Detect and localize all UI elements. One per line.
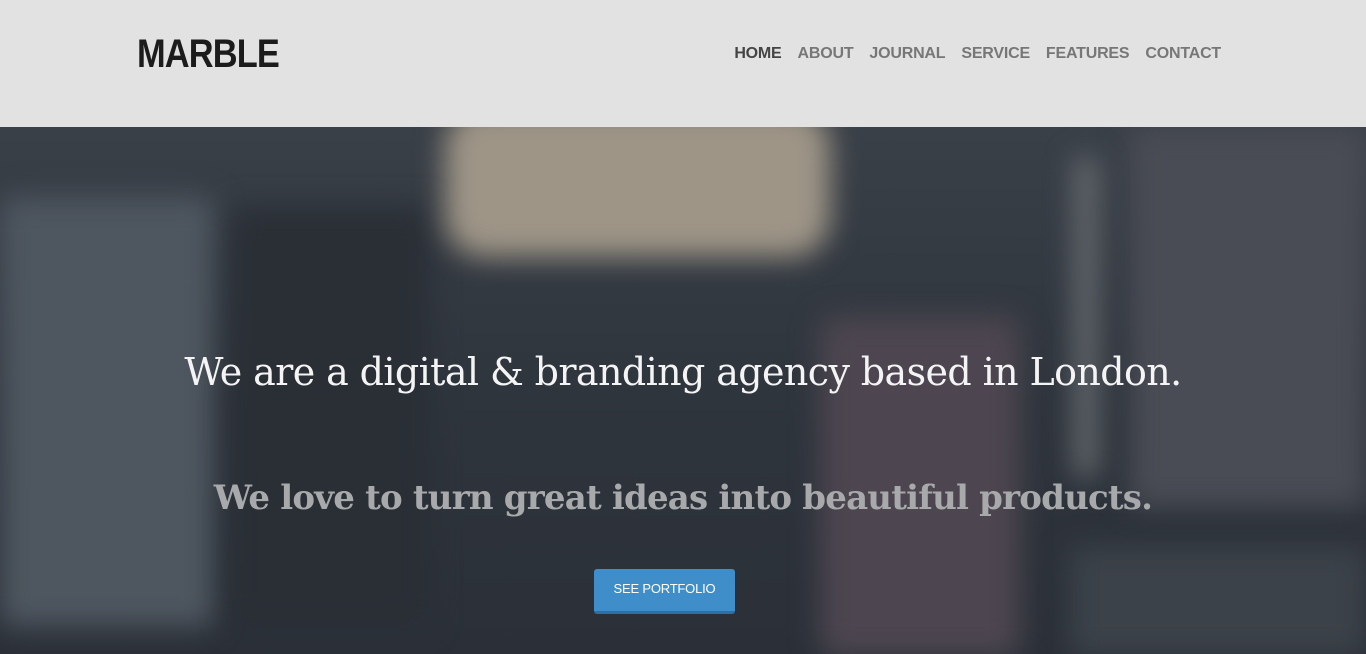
site-header: MARBLE HOME ABOUT JOURNAL SERVICE FEATUR… xyxy=(0,0,1366,127)
nav-item-about[interactable]: ABOUT xyxy=(798,43,854,65)
nav-item-journal[interactable]: JOURNAL xyxy=(869,43,945,65)
main-nav: HOME ABOUT JOURNAL SERVICE FEATURES CONT… xyxy=(718,43,1221,65)
nav-item-contact[interactable]: CONTACT xyxy=(1145,43,1221,65)
site-logo[interactable]: MARBLE xyxy=(137,30,280,78)
hero-background-shape xyxy=(1130,127,1366,507)
hero-headline: We are a digital & branding agency based… xyxy=(184,350,1182,394)
hero-background-shape xyxy=(1070,547,1366,654)
see-portfolio-button[interactable]: SEE PORTFOLIO xyxy=(594,569,735,614)
hero-subheadline: We love to turn great ideas into beautif… xyxy=(213,478,1153,518)
hero-section: We are a digital & branding agency based… xyxy=(0,127,1366,654)
hero-background-shape xyxy=(1075,157,1097,477)
nav-item-service[interactable]: SERVICE xyxy=(961,43,1030,65)
nav-item-home[interactable]: HOME xyxy=(734,43,781,65)
hero-background-shape xyxy=(0,197,215,627)
hero-background-shape xyxy=(230,207,430,627)
nav-item-features[interactable]: FEATURES xyxy=(1046,43,1130,65)
hero-background-shape xyxy=(445,127,830,257)
